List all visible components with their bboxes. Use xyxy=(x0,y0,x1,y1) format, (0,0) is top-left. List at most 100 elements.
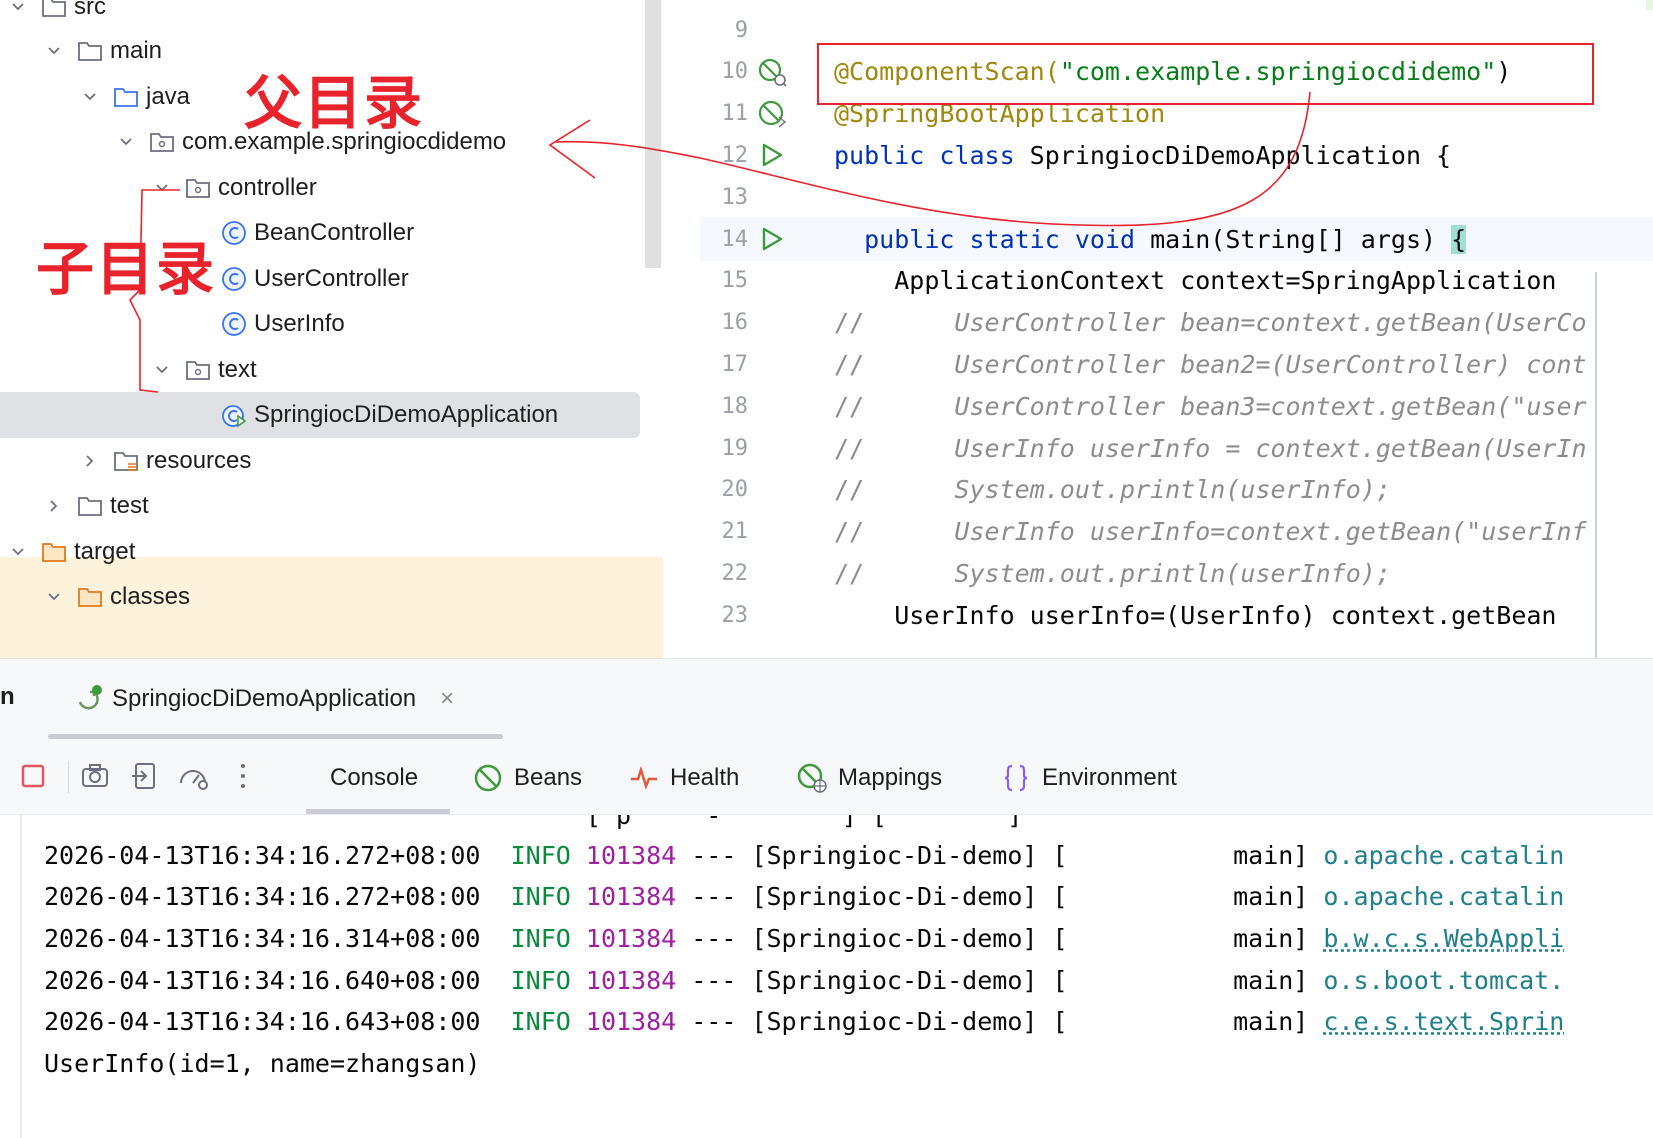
log-spacer xyxy=(571,841,586,870)
log-logger[interactable]: c.e.s.text.Sprin xyxy=(1323,1007,1564,1036)
chevron-down-icon[interactable] xyxy=(150,176,174,200)
tree-item-springiocdidemoapplication[interactable]: SpringiocDiDemoApplication xyxy=(0,392,640,438)
code-token-tail: SpringiocDiDemoApplication { xyxy=(1029,140,1452,170)
tab-console[interactable]: Console xyxy=(330,753,418,803)
line-number: 16 xyxy=(721,310,749,336)
run-icon[interactable] xyxy=(756,139,788,171)
code-token-cmt: UserInfo userInfo = context.getBean(User… xyxy=(954,433,1587,463)
tab-mappings[interactable]: Mappings xyxy=(796,753,942,803)
tree-scrollbar[interactable] xyxy=(645,0,661,268)
tab-console-indicator xyxy=(306,809,450,814)
tab-health[interactable]: Health xyxy=(628,753,739,803)
log-spacer xyxy=(571,966,586,995)
tree-item-label: resources xyxy=(146,447,252,474)
code-token-slash: // xyxy=(834,433,865,463)
chevron-down-icon[interactable] xyxy=(42,39,66,63)
indent-guide xyxy=(1595,272,1597,658)
code-line: 21 // UserInfo userInfo=context.getBean("… xyxy=(700,510,1653,554)
tree-item-classes[interactable]: classes xyxy=(0,574,663,620)
environment-icon xyxy=(1000,762,1032,794)
line-number: 14 xyxy=(721,226,749,252)
log-line: 2026-04-13T16:34:16.643+08:00 INFO 10138… xyxy=(44,1000,1564,1044)
line-number: 15 xyxy=(721,268,749,294)
code-token-cmt: UserController bean=context.getBean(User… xyxy=(954,308,1587,338)
chevron-right-icon[interactable] xyxy=(78,449,102,473)
run-icon[interactable] xyxy=(756,223,788,255)
log-line: 2026-04-13T16:34:16.272+08:00 INFO 10138… xyxy=(44,875,1564,919)
code-text: // UserController bean=context.getBean(U… xyxy=(834,308,1587,337)
tree-item-target[interactable]: target xyxy=(0,529,663,575)
run-config-tab[interactable]: SpringiocDiDemoApplication × xyxy=(72,673,454,725)
tree-item-userinfo[interactable]: UserInfo xyxy=(0,301,663,347)
log-ts: 2026-04-13T16:34:16.272+08:00 xyxy=(44,882,481,912)
line-number: 13 xyxy=(721,184,749,210)
tree-item-resources[interactable]: resources xyxy=(0,438,663,484)
line-number: 10 xyxy=(721,59,749,85)
tree-item-label: classes xyxy=(110,583,191,610)
stop-icon[interactable] xyxy=(16,759,50,793)
log-mid: --- [Springioc-Di-demo] [ main] xyxy=(676,923,1324,953)
tree-item-src[interactable]: src xyxy=(0,0,663,30)
chevron-down-icon[interactable] xyxy=(6,0,30,19)
log-spacer xyxy=(571,1007,586,1036)
class-icon xyxy=(220,310,248,338)
more-options-icon[interactable] xyxy=(226,759,260,793)
chevron-down-icon[interactable] xyxy=(114,130,138,154)
log-logger[interactable]: b.w.c.s.WebAppli xyxy=(1323,924,1564,953)
code-text: // UserInfo userInfo = context.getBean(U… xyxy=(834,434,1587,463)
tree-item-text[interactable]: text xyxy=(0,347,663,393)
tree-item-controller[interactable]: controller xyxy=(0,165,663,211)
log-ts: 2026-04-13T16:34:16.640+08:00 xyxy=(44,965,481,995)
toolbar-separator xyxy=(68,761,69,793)
exit-icon[interactable] xyxy=(128,759,162,793)
excluded-folder-icon xyxy=(76,583,104,611)
chevron-right-icon[interactable] xyxy=(42,494,66,518)
source-folder-icon xyxy=(112,83,140,111)
log-pid: 101384 xyxy=(585,882,677,912)
health-icon xyxy=(628,762,660,794)
camera-icon[interactable] xyxy=(78,759,112,793)
tree-item-label: java xyxy=(146,83,191,110)
code-text: // System.out.println(userInfo); xyxy=(834,475,1391,504)
log-logger[interactable]: o.s.boot.tomcat. xyxy=(1323,966,1564,995)
log-level: INFO xyxy=(510,965,571,995)
dashboard-icon[interactable] xyxy=(176,759,210,793)
line-number: 11 xyxy=(721,101,749,127)
line-number: 20 xyxy=(721,477,749,503)
tab-environment[interactable]: Environment xyxy=(1000,753,1177,803)
code-token-slash: // xyxy=(834,475,865,505)
log-logger[interactable]: o.apache.catalin xyxy=(1323,841,1564,870)
code-token-slash: // xyxy=(834,349,865,379)
class-icon xyxy=(220,265,248,293)
chevron-down-icon[interactable] xyxy=(42,585,66,609)
folder-icon xyxy=(40,0,68,21)
log-spacer xyxy=(571,882,586,911)
chevron-down-icon[interactable] xyxy=(78,85,102,109)
log-mid: --- [Springioc-Di-demo] [ main] xyxy=(676,840,1324,870)
tree-item-test[interactable]: test xyxy=(0,483,663,529)
log-level: INFO xyxy=(510,882,571,912)
package-icon xyxy=(148,128,176,156)
chevron-down-icon[interactable] xyxy=(6,540,30,564)
console-output[interactable]: [ p - ] [ ] 2026-04-13T16:34:16.272+08:0… xyxy=(0,815,1653,1138)
code-token-slash: // xyxy=(834,558,865,588)
close-icon[interactable]: × xyxy=(440,685,454,713)
tree-item-label: BeanController xyxy=(254,219,415,246)
spring-bean-gutter-icon[interactable] xyxy=(756,98,788,130)
tree-item-label: SpringiocDiDemoApplication xyxy=(254,401,559,428)
tab-beans[interactable]: Beans xyxy=(472,753,582,803)
component-scan-gutter-icon[interactable] xyxy=(756,56,788,88)
code-token-cmt: UserInfo userInfo=context.getBean("userI… xyxy=(954,517,1587,547)
code-text: // System.out.println(userInfo); xyxy=(834,559,1391,588)
folder-icon xyxy=(76,37,104,65)
log-logger[interactable]: o.apache.catalin xyxy=(1323,882,1564,911)
log-mid: --- [Springioc-Di-demo] [ main] xyxy=(676,965,1324,995)
chevron-down-icon[interactable] xyxy=(150,358,174,382)
sub-dir-annotation: 子目录 xyxy=(36,235,217,303)
log-level: INFO xyxy=(510,840,571,870)
